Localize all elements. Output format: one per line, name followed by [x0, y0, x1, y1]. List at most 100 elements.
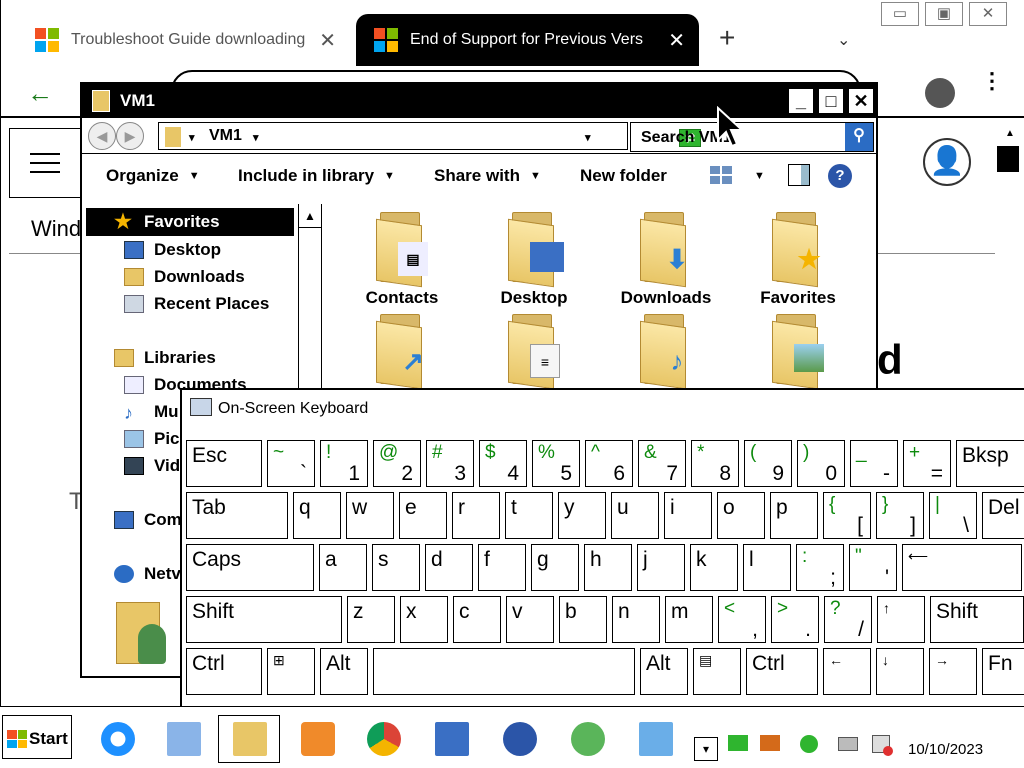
close-button[interactable]: ✕ [848, 88, 874, 114]
key-i[interactable]: i [664, 492, 712, 539]
key-h[interactable]: h [584, 544, 632, 591]
minimize-button[interactable]: _ [788, 88, 814, 114]
address-dropdown-icon[interactable]: ▾ [585, 131, 591, 144]
key-shift[interactable]: Shift [930, 596, 1024, 643]
show-hidden-icons-button[interactable]: ▾ [694, 737, 718, 761]
key-[[interactable]: {[ [823, 492, 871, 539]
key-w[interactable]: w [346, 492, 394, 539]
search-icon[interactable]: ⚲ [845, 123, 873, 151]
osk-title-bar[interactable]: On-Screen Keyboard [182, 390, 1024, 430]
folder-my-music[interactable]: ♪ [606, 314, 726, 390]
key-7[interactable]: & 7 [638, 440, 686, 487]
key-⟵[interactable]: ⟵ [902, 544, 1022, 591]
sign-in-icon[interactable]: 👤 [923, 138, 971, 186]
scroll-up-icon[interactable]: ▲ [299, 204, 321, 228]
nav-pictures[interactable]: Pic [124, 429, 180, 449]
key-del[interactable]: Del [982, 492, 1024, 539]
nav-recent-places[interactable]: Recent Places [124, 294, 269, 314]
minimize-button[interactable]: ▭ [881, 2, 919, 26]
scrollbar-thumb[interactable] [997, 146, 1019, 172]
tab-search-chevron-icon[interactable]: ⌄ [837, 30, 850, 50]
key-caps[interactable]: Caps [186, 544, 314, 591]
key-4[interactable]: $4 [479, 440, 527, 487]
key-p[interactable]: p [770, 492, 818, 539]
key-m[interactable]: m [665, 596, 713, 643]
key-u[interactable]: u [611, 492, 659, 539]
key-esc[interactable]: Esc [186, 440, 262, 487]
back-arrow-icon[interactable]: ◀ [88, 122, 116, 150]
key-ctrl[interactable]: Ctrl [746, 648, 818, 695]
key-alt[interactable]: Alt [320, 648, 368, 695]
printer-tray-icon[interactable] [838, 737, 858, 751]
key-][interactable]: }] [876, 492, 924, 539]
profile-avatar-icon[interactable] [925, 78, 955, 108]
share-with-button[interactable]: Share with ▼ [434, 166, 541, 186]
folder-desktop[interactable]: Desktop [474, 212, 594, 308]
key-↑[interactable]: ↑ [877, 596, 925, 643]
key-o[interactable]: o [717, 492, 765, 539]
browser-tab-end-of-support[interactable]: End of Support for Previous Vers ✕ [356, 14, 699, 66]
key-f[interactable]: f [478, 544, 526, 591]
tools-tray-icon[interactable] [760, 735, 780, 751]
maximize-button[interactable]: □ [818, 88, 844, 114]
nav-network[interactable]: Netv [114, 564, 181, 584]
explorer-title-bar[interactable]: VM1 _ □ ✕ [82, 84, 876, 118]
key-j[interactable]: j [637, 544, 685, 591]
key-tab[interactable]: Tab [186, 492, 288, 539]
key-y[interactable]: y [558, 492, 606, 539]
taskbar-explorer[interactable] [218, 715, 280, 763]
folder-my-documents[interactable]: ≡ [474, 314, 594, 390]
close-tab-icon[interactable]: ✕ [319, 28, 336, 53]
key-`[interactable]: ~ ` [267, 440, 315, 487]
key-g[interactable]: g [531, 544, 579, 591]
hamburger-menu-icon[interactable] [9, 128, 81, 198]
key-v[interactable]: v [506, 596, 554, 643]
key-8[interactable]: * 8 [691, 440, 739, 487]
taskbar-ie[interactable] [86, 715, 148, 763]
folder-downloads[interactable]: ⬇ Downloads [606, 212, 726, 308]
help-icon[interactable]: ? [828, 164, 852, 188]
key-3[interactable]: #3 [426, 440, 474, 487]
forward-arrow-icon[interactable]: ▶ [116, 122, 144, 150]
key-x[interactable]: x [400, 596, 448, 643]
key-ctrl[interactable]: Ctrl [186, 648, 262, 695]
scroll-up-icon[interactable]: ▲ [1005, 128, 1015, 139]
taskbar-display[interactable] [420, 715, 482, 763]
key-=[interactable]: + = [903, 440, 951, 487]
restore-button[interactable]: ▣ [925, 2, 963, 26]
key-r[interactable]: r [452, 492, 500, 539]
key-k[interactable]: k [690, 544, 738, 591]
nav-videos[interactable]: Vid [124, 456, 180, 476]
network-error-tray-icon[interactable] [872, 735, 893, 756]
folder-contacts[interactable]: ▤ Contacts [342, 212, 462, 308]
new-folder-button[interactable]: New folder [580, 166, 667, 186]
close-tab-icon[interactable]: ✕ [668, 28, 685, 53]
key-e[interactable]: e [399, 492, 447, 539]
key-;[interactable]: :; [796, 544, 844, 591]
key-backslash[interactable]: | \ [929, 492, 977, 539]
folder-links[interactable]: ↗ [342, 314, 462, 390]
start-button[interactable]: Start [2, 715, 72, 759]
key-9[interactable]: (9 [744, 440, 792, 487]
nav-computer[interactable]: Com [114, 510, 182, 530]
nav-downloads[interactable]: Downloads [124, 267, 245, 287]
back-arrow-icon[interactable]: ← [27, 78, 53, 109]
site-nav-text[interactable]: Wind [31, 216, 81, 242]
menu-dots-icon[interactable]: ⋮ [981, 70, 1003, 92]
key-l[interactable]: l [743, 544, 791, 591]
key-,[interactable]: <, [718, 596, 766, 643]
nav-favorites[interactable]: ★ Favorites [114, 212, 220, 232]
preview-pane-icon[interactable] [788, 164, 810, 186]
key-d[interactable]: d [425, 544, 473, 591]
key-fn[interactable]: Fn [982, 648, 1024, 695]
taskbar-app-2[interactable] [624, 715, 686, 763]
nav-desktop[interactable]: Desktop [124, 240, 221, 260]
key-1[interactable]: ! 1 [320, 440, 368, 487]
taskbar-media[interactable] [286, 715, 348, 763]
key-↓[interactable]: ↓ [876, 648, 924, 695]
nav-music[interactable]: ♪ Mu [124, 402, 179, 423]
key-b[interactable]: b [559, 596, 607, 643]
key-'[interactable]: " ' [849, 544, 897, 591]
key-space[interactable] [373, 648, 635, 695]
folder-my-pictures[interactable] [738, 314, 858, 390]
